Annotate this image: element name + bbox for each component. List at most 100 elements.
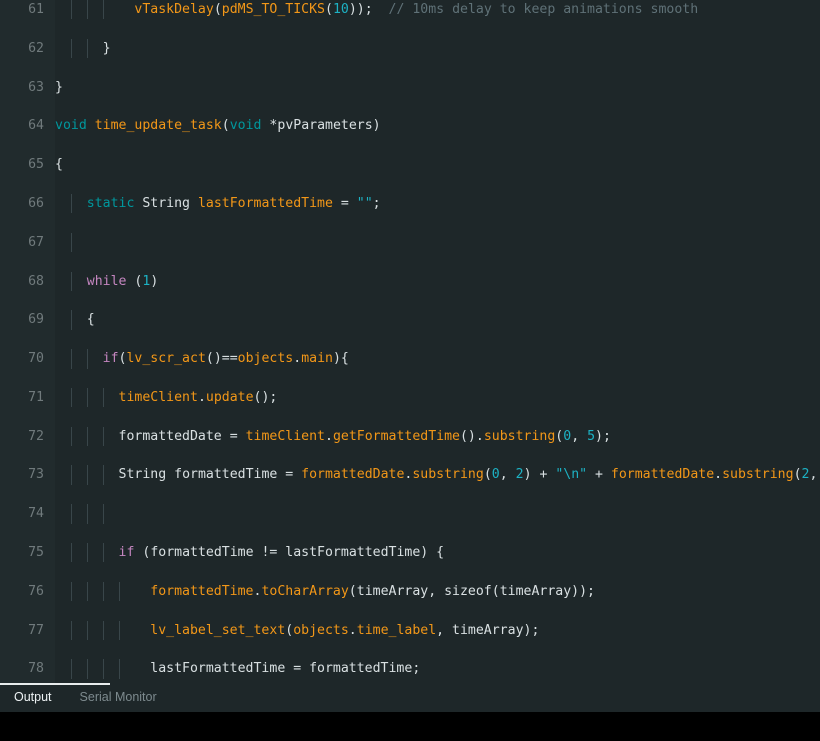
tab-serial-monitor[interactable]: Serial Monitor: [66, 683, 171, 712]
code-token: +: [587, 467, 611, 483]
indent-guide: [70, 232, 72, 253]
code-token: 5: [587, 428, 596, 444]
code-token: (: [221, 118, 230, 134]
code-line[interactable]: 78 lastFormattedTime = formattedTime;: [0, 659, 820, 679]
code-text[interactable]: lastFormattedTime = formattedTime;: [55, 659, 420, 678]
line-number: 73: [28, 467, 44, 483]
code-line[interactable]: 66 static String lastFormattedTime = "";: [0, 193, 820, 214]
code-text[interactable]: if (formattedTime != lastFormattedTime) …: [55, 543, 445, 562]
code-editor[interactable]: 61 vTaskDelay(pdMS_TO_TICKS(10)); // 10m…: [0, 0, 820, 683]
code-token: ) +: [523, 467, 556, 483]
code-text[interactable]: lv_label_set_text(objects.time_label, ti…: [55, 621, 539, 640]
code-token: formattedTime: [174, 467, 278, 483]
line-number: 67: [28, 234, 44, 250]
code-token: void: [229, 118, 262, 134]
code-text[interactable]: vTaskDelay(pdMS_TO_TICKS(10)); // 10ms d…: [55, 0, 698, 19]
code-line[interactable]: 76 formattedTime.toCharArray(timeArray, …: [0, 581, 820, 602]
code-line[interactable]: 69 {: [0, 310, 820, 330]
code-line[interactable]: 70 if(lv_scr_act()==objects.main){: [0, 349, 820, 369]
code-token: =: [285, 661, 310, 677]
code-token: (: [483, 467, 492, 483]
code-token: (: [348, 583, 357, 599]
code-line[interactable]: 68 while (1): [0, 271, 820, 291]
code-text[interactable]: void time_update_task(void *pvParameters…: [55, 116, 381, 135]
code-token: (: [793, 467, 802, 483]
code-token: );: [595, 428, 611, 444]
code-line[interactable]: 71 timeClient.update();: [0, 387, 820, 408]
tab-output[interactable]: Output: [0, 683, 66, 712]
code-text[interactable]: if(lv_scr_act()==objects.main){: [55, 349, 349, 368]
code-token: toCharArray: [261, 583, 349, 599]
code-token: update: [205, 389, 254, 405]
code-token: lastFormattedTime: [285, 545, 421, 561]
code-token: ): [150, 273, 159, 289]
code-text[interactable]: String formattedTime = formattedDate.sub…: [55, 465, 820, 484]
line-number: 63: [28, 79, 44, 95]
code-line[interactable]: 72 formattedDate = timeClient.getFormatt…: [0, 426, 820, 447]
code-token: timeArray: [356, 583, 429, 599]
code-line[interactable]: 77 lv_label_set_text(objects.time_label,…: [0, 620, 820, 641]
code-text[interactable]: timeClient.update();: [55, 388, 278, 407]
code-token: timeClient: [118, 389, 198, 405]
code-lines-container[interactable]: 61 vTaskDelay(pdMS_TO_TICKS(10)); // 10m…: [0, 0, 820, 683]
code-token: .: [293, 351, 302, 367]
code-token: ;: [372, 195, 381, 211]
code-token: 2: [515, 467, 524, 483]
code-token: (: [213, 2, 222, 17]
code-token: if: [102, 351, 119, 367]
code-token: (: [491, 583, 500, 599]
code-text[interactable]: {: [55, 155, 63, 174]
code-line[interactable]: 62 }: [0, 38, 820, 59]
code-line[interactable]: 74: [0, 504, 820, 524]
code-token: timeArray: [452, 622, 524, 638]
code-text[interactable]: static String lastFormattedTime = "";: [55, 194, 381, 213]
code-line[interactable]: 64 void time_update_task(void *pvParamete…: [0, 116, 820, 135]
line-number: 65: [28, 157, 44, 173]
code-token: substring: [722, 467, 794, 483]
line-number: 61: [28, 2, 44, 17]
code-line[interactable]: 65 {: [0, 155, 820, 174]
code-token: formattedTime: [150, 583, 254, 599]
line-number: 66: [28, 195, 44, 211]
code-token: String: [142, 195, 190, 211]
code-token: timeClient: [245, 428, 325, 444]
indent-guide: [86, 504, 88, 524]
code-token: ,: [809, 467, 818, 483]
code-line[interactable]: 61 vTaskDelay(pdMS_TO_TICKS(10)); // 10m…: [0, 0, 820, 20]
code-text[interactable]: {: [55, 310, 95, 329]
code-line[interactable]: 63}: [0, 78, 820, 97]
line-number: 72: [28, 428, 44, 444]
line-number: 75: [28, 545, 44, 561]
code-line[interactable]: 75 if (formattedTime != lastFormattedTim…: [0, 543, 820, 563]
code-token: objects: [237, 351, 294, 367]
line-number: 68: [28, 273, 44, 289]
code-text[interactable]: formattedDate = timeClient.getFormattedT…: [55, 427, 611, 446]
line-number: 77: [28, 622, 44, 638]
indent-guide: [102, 504, 104, 524]
code-line[interactable]: 73 String formattedTime = formattedDate.…: [0, 465, 820, 485]
code-token: ){: [332, 351, 349, 367]
code-token: static: [86, 195, 135, 211]
code-token: formattedDate: [301, 467, 405, 483]
code-token: "\n": [555, 467, 588, 483]
code-text[interactable]: }: [55, 39, 111, 58]
code-token: lastFormattedTime: [197, 195, 333, 211]
code-text[interactable]: }: [55, 78, 63, 97]
code-token: 0: [563, 428, 572, 444]
code-token: 0: [491, 467, 500, 483]
code-text[interactable]: while (1): [55, 272, 159, 291]
code-text[interactable]: formattedTime.toCharArray(timeArray, siz…: [55, 582, 595, 601]
code-token: ) {: [420, 545, 445, 561]
code-token: sizeof: [444, 583, 492, 599]
line-number: 74: [28, 506, 44, 522]
bottom-panel-tabbar[interactable]: Output Serial Monitor: [0, 683, 820, 712]
code-line[interactable]: 67: [0, 232, 820, 253]
